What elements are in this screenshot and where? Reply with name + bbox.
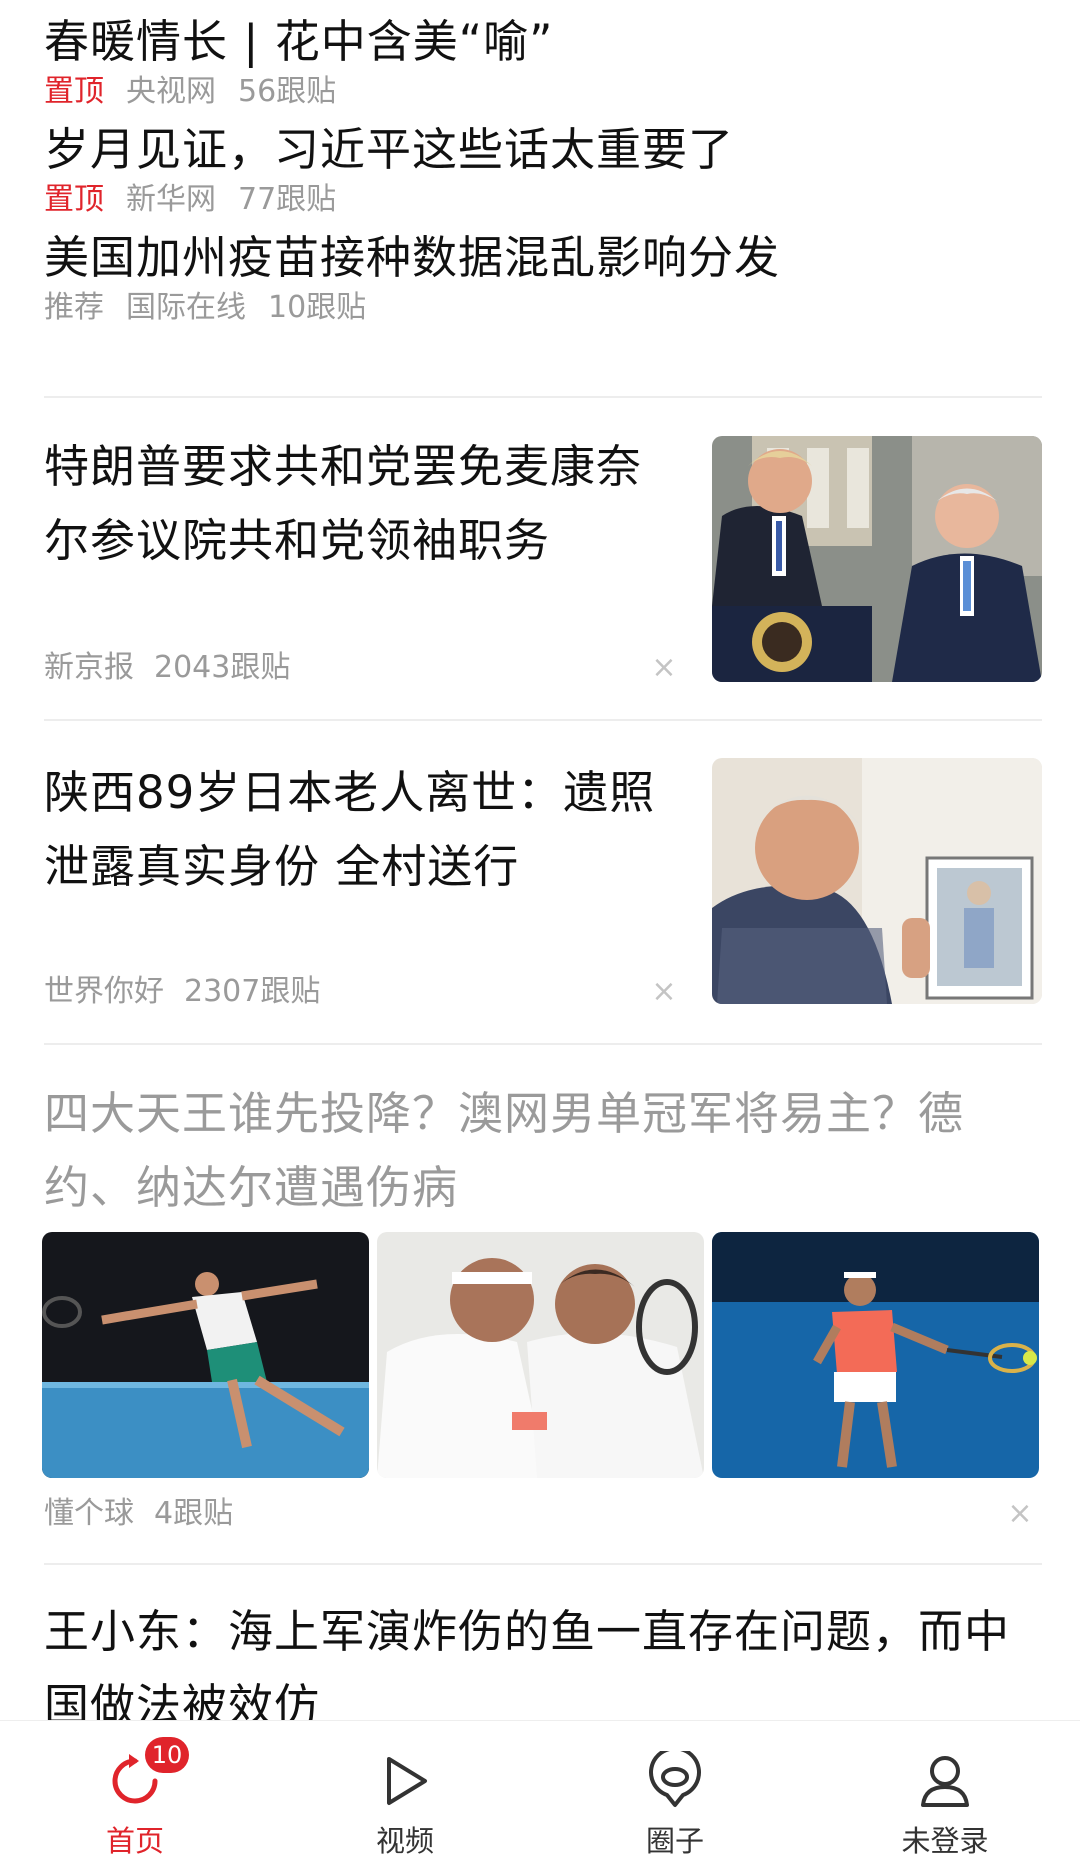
news-meta: 置顶 新华网 77跟贴 xyxy=(44,180,1044,220)
gallery-image xyxy=(42,1232,369,1478)
tab-home[interactable]: 10 首页 xyxy=(0,1721,270,1873)
news-title: 岁月见证，习近平这些话太重要了 xyxy=(44,123,735,176)
user-icon xyxy=(921,1756,969,1807)
news-meta: 置顶 央视网 56跟贴 xyxy=(44,72,1044,112)
news-source: 新华网 xyxy=(126,182,216,217)
play-icon xyxy=(387,1757,427,1805)
bottom-tab-bar: 10 首页 视频 圈子 未登录 xyxy=(0,1720,1080,1873)
divider xyxy=(44,1563,1042,1565)
news-feed: 春暖情长 | 花中含美“喻” 置顶 央视网 56跟贴 岁月见证，习近平这些话太重要了… xyxy=(0,0,1080,1720)
news-meta: 世界你好 2307跟贴 xyxy=(44,972,340,1012)
news-title[interactable]: 王小东：海上军演炸伤的鱼一直存在问题，而中国做法被效仿 xyxy=(44,1595,1044,1720)
recommend-tag: 推荐 xyxy=(44,290,104,325)
pinned-tag: 置顶 xyxy=(44,182,104,217)
divider xyxy=(44,1043,1042,1045)
news-meta: 新京报 2043跟贴 xyxy=(44,648,310,688)
news-item[interactable]: 岁月见证，习近平这些话太重要了 置顶 新华网 77跟贴 xyxy=(44,120,1044,220)
news-title: 春暖情长 | 花中含美“喻” xyxy=(44,15,554,68)
divider xyxy=(44,719,1042,721)
news-title: 四大天王谁先投降？澳网男单冠军将易主？德约、纳达尔遭遇伤病 xyxy=(44,1087,965,1214)
dismiss-icon[interactable]: × xyxy=(644,648,684,688)
news-title: 美国加州疫苗接种数据混乱影响分发 xyxy=(44,231,781,284)
gallery-image xyxy=(712,1232,1039,1478)
news-item[interactable]: 美国加州疫苗接种数据混乱影响分发 推荐 国际在线 10跟贴 xyxy=(44,228,1044,328)
news-title: 特朗普要求共和党罢免麦康奈尔参议院共和党领袖职务 xyxy=(44,440,643,567)
news-source: 新京报 xyxy=(44,650,134,685)
pinned-tag: 置顶 xyxy=(44,74,104,109)
news-source: 世界你好 xyxy=(44,974,164,1009)
comment-count: 10跟贴 xyxy=(268,290,367,325)
news-meta: 懂个球 4跟贴 xyxy=(44,1494,253,1534)
tab-label: 视频 xyxy=(375,1824,434,1858)
dismiss-icon[interactable]: × xyxy=(644,972,684,1012)
divider xyxy=(44,396,1042,398)
location-pin-icon xyxy=(649,1751,701,1807)
news-thumbnail xyxy=(712,436,1042,682)
news-source: 央视网 xyxy=(126,74,216,109)
tab-label: 未登录 xyxy=(901,1824,989,1858)
comment-count: 2307跟贴 xyxy=(184,974,321,1009)
news-thumbnail xyxy=(712,758,1042,1004)
tab-profile[interactable]: 未登录 xyxy=(810,1721,1080,1873)
tab-circle[interactable]: 圈子 xyxy=(540,1721,810,1873)
news-meta: 推荐 国际在线 10跟贴 xyxy=(44,288,1044,328)
comment-count: 77跟贴 xyxy=(238,182,337,217)
news-source: 懂个球 xyxy=(44,1496,134,1531)
tab-video[interactable]: 视频 xyxy=(270,1721,540,1873)
comment-count: 2043跟贴 xyxy=(154,650,291,685)
comment-count: 4跟贴 xyxy=(154,1496,234,1531)
news-title: 陕西89岁日本老人离世：遗照泄露真实身份 全村送行 xyxy=(44,766,656,893)
news-source: 国际在线 xyxy=(126,290,246,325)
notification-badge: 10 xyxy=(145,1737,189,1773)
comment-count: 56跟贴 xyxy=(238,74,337,109)
dismiss-icon[interactable]: × xyxy=(1000,1494,1040,1534)
gallery-image xyxy=(377,1232,704,1478)
tab-label: 首页 xyxy=(105,1824,164,1858)
news-item[interactable]: 春暖情长 | 花中含美“喻” 置顶 央视网 56跟贴 xyxy=(44,12,1044,112)
tab-label: 圈子 xyxy=(645,1824,704,1858)
